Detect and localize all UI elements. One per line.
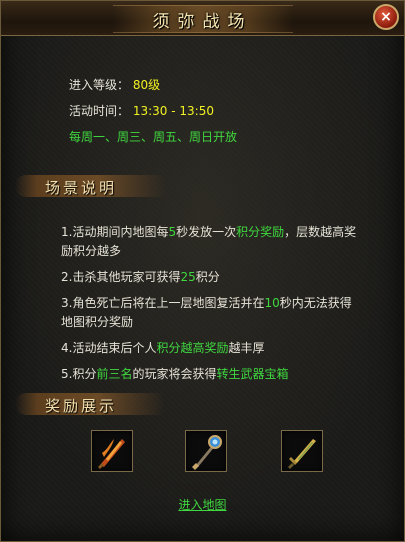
- rule-highlight: 前三名: [96, 367, 133, 381]
- rule-item: 5.积分前三名的玩家将会获得转生武器宝箱: [61, 365, 361, 384]
- rule-text: 秒发放一次: [176, 225, 237, 239]
- rule-highlight: 转生武器宝箱: [216, 367, 289, 381]
- rule-text: 越丰厚: [228, 341, 265, 355]
- activity-panel: 须弥战场 × 进入等级： 80级 活动时间： 13:30 - 13:50 每周一…: [0, 0, 405, 542]
- rule-text: 5.积分: [61, 367, 97, 381]
- rule-text: 积分: [195, 270, 220, 284]
- rule-text: 4.活动结束后个人: [61, 341, 157, 355]
- rule-item: 2.击杀其他玩家可获得25积分: [61, 268, 361, 287]
- rewards-heading: 奖励展示: [45, 397, 118, 415]
- rule-highlight: 积分奖励: [236, 225, 285, 239]
- golden-sword-icon: [288, 439, 316, 469]
- rule-highlight: 积分越高奖励: [156, 341, 229, 355]
- rule-item: 4.活动结束后个人积分越高奖励越丰厚: [61, 339, 361, 358]
- rule-item: 1.活动期间内地图每5秒发放一次积分奖励，层数越高奖励积分越多: [61, 223, 361, 261]
- rule-highlight: 25: [180, 270, 196, 284]
- reward-item-2[interactable]: [185, 430, 227, 472]
- open-days: 每周一、周三、周五、周日开放: [69, 130, 238, 144]
- reward-item-3[interactable]: [281, 430, 323, 472]
- rules-list: 1.活动期间内地图每5秒发放一次积分奖励，层数越高奖励积分越多 2.击杀其他玩家可…: [61, 223, 361, 391]
- rule-highlight: 10: [264, 296, 280, 310]
- time-value: 13:30 - 13:50: [132, 104, 214, 118]
- window-title: 须弥战场: [152, 12, 253, 32]
- rewards-section-header: 奖励展示: [15, 389, 165, 419]
- rule-highlight: 5: [168, 225, 177, 239]
- scene-heading: 场景说明: [45, 179, 118, 197]
- reward-item-1[interactable]: [91, 430, 133, 472]
- flame-blade-icon: [98, 439, 125, 469]
- scene-section-header: 场景说明: [15, 171, 165, 201]
- enter-map-row: 进入地图: [1, 496, 404, 513]
- title-bar: 须弥战场 ×: [1, 1, 404, 36]
- rule-text: 1.活动期间内地图每: [61, 225, 169, 239]
- rule-item: 3.角色死亡后将在上一层地图复活并在10秒内无法获得地图积分奖励: [61, 294, 361, 332]
- level-value: 80级: [132, 78, 161, 92]
- time-row: 活动时间： 13:30 - 13:50: [69, 102, 214, 119]
- jeweled-staff-icon: [192, 435, 222, 470]
- rule-text: 3.角色死亡后将在上一层地图复活并在: [61, 296, 265, 310]
- time-label: 活动时间：: [69, 104, 130, 118]
- close-button[interactable]: ×: [373, 4, 399, 30]
- enter-map-link[interactable]: 进入地图: [178, 498, 226, 512]
- rule-text: 2.击杀其他玩家可获得: [61, 270, 181, 284]
- rule-text: 的玩家将会获得: [132, 367, 217, 381]
- level-row: 进入等级： 80级: [69, 76, 160, 93]
- level-label: 进入等级：: [69, 78, 130, 92]
